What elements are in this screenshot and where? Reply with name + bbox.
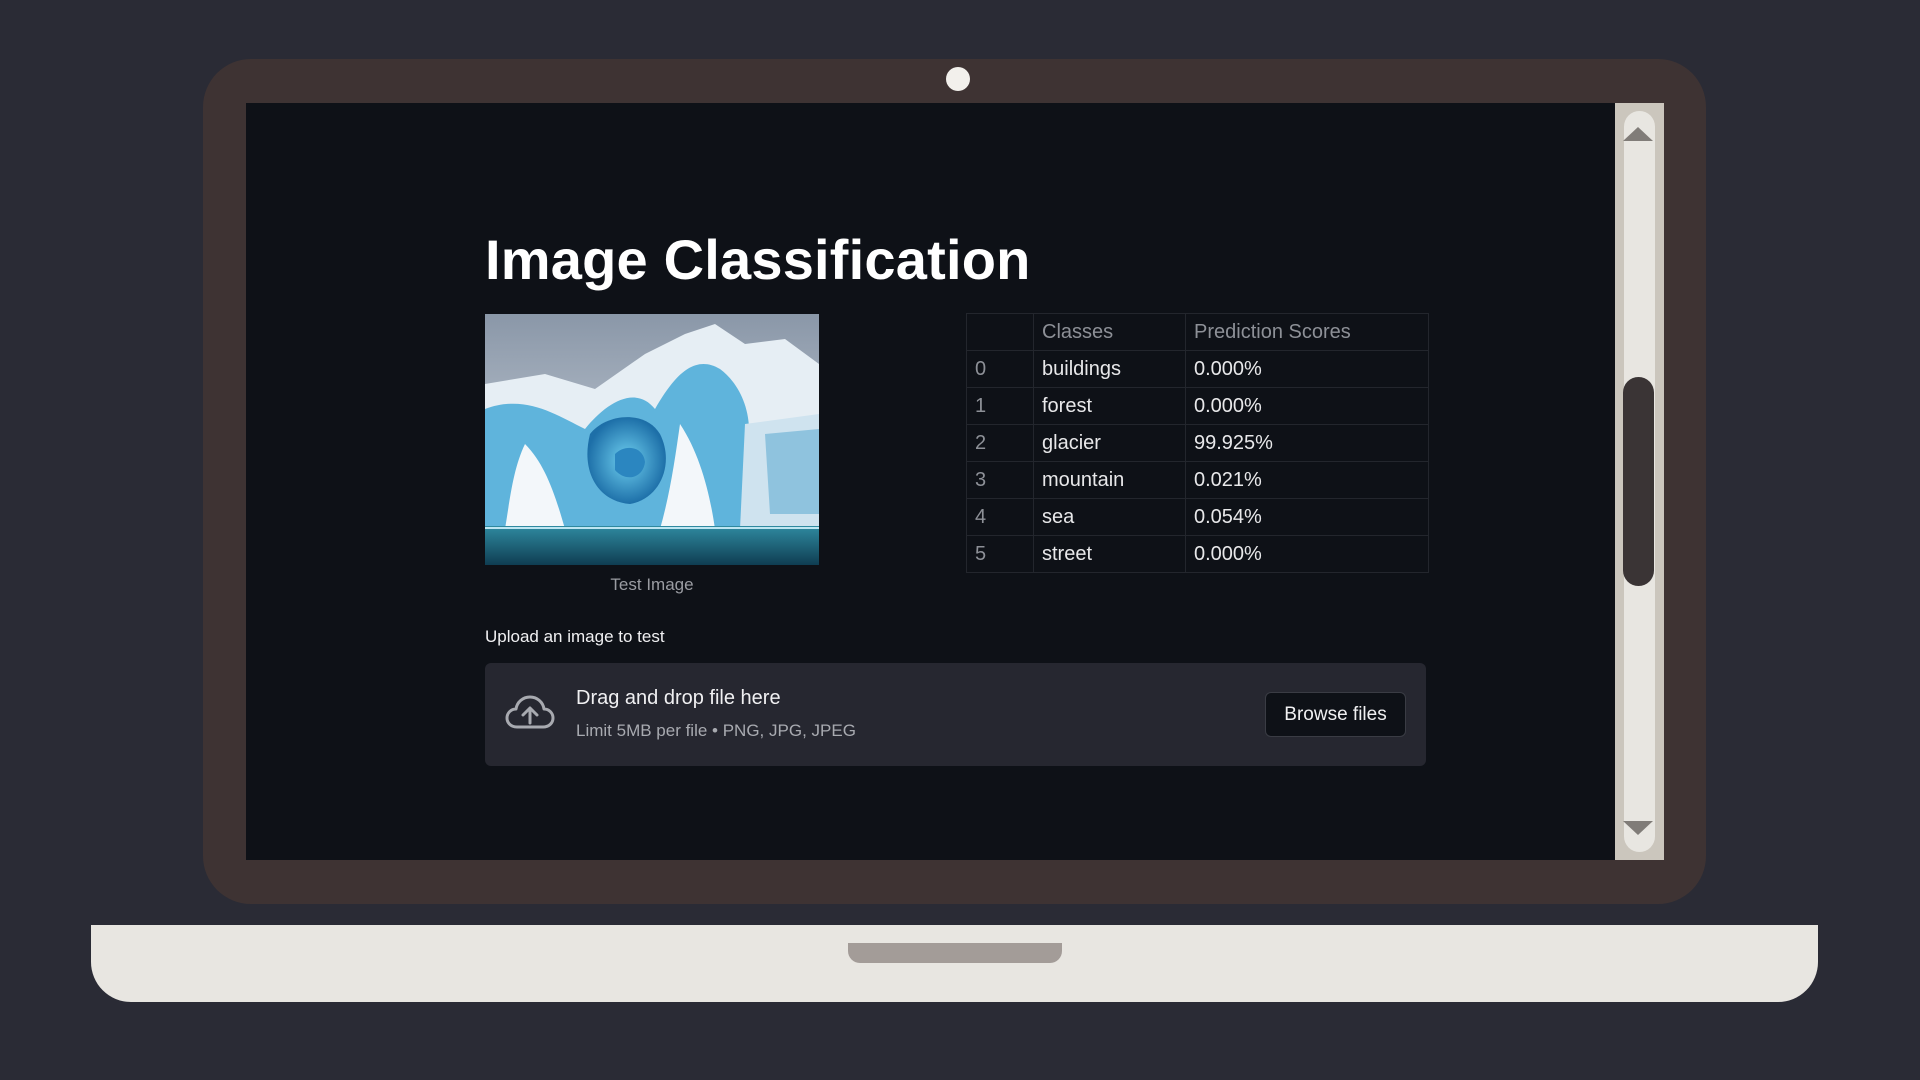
table-row: 3 mountain 0.021% (966, 461, 1429, 499)
class-cell: buildings (1033, 350, 1186, 388)
webcam (946, 67, 970, 91)
laptop-notch (848, 943, 1062, 963)
prediction-scores-column-header[interactable]: Prediction Scores (1185, 313, 1429, 351)
class-cell: street (1033, 535, 1186, 573)
row-index: 3 (966, 461, 1034, 499)
file-dropzone[interactable]: Drag and drop file here Limit 5MB per fi… (485, 663, 1426, 766)
row-index: 1 (966, 387, 1034, 425)
table-row: 2 glacier 99.925% (966, 424, 1429, 462)
index-column-header[interactable] (966, 313, 1034, 351)
scrollbar[interactable] (1615, 103, 1664, 860)
row-index: 5 (966, 535, 1034, 573)
browse-files-button[interactable]: Browse files (1265, 692, 1406, 737)
upload-label: Upload an image to test (485, 627, 665, 646)
row-index: 0 (966, 350, 1034, 388)
class-cell: sea (1033, 498, 1186, 536)
score-cell: 0.054% (1185, 498, 1429, 536)
dropzone-limit-text: Limit 5MB per file • PNG, JPG, JPEG (576, 721, 856, 740)
class-cell: mountain (1033, 461, 1186, 499)
class-cell: glacier (1033, 424, 1186, 462)
scroll-up-arrow-icon[interactable] (1623, 127, 1653, 141)
cloud-upload-icon (505, 695, 555, 729)
glacier-photo (485, 314, 819, 565)
table-header-row: Classes Prediction Scores (966, 313, 1429, 351)
table-row: 0 buildings 0.000% (966, 350, 1429, 388)
score-cell: 0.000% (1185, 535, 1429, 573)
score-cell: 0.021% (1185, 461, 1429, 499)
scroll-thumb[interactable] (1623, 377, 1654, 586)
laptop-base (91, 925, 1818, 1002)
score-cell: 99.925% (1185, 424, 1429, 462)
row-index: 4 (966, 498, 1034, 536)
table-row: 1 forest 0.000% (966, 387, 1429, 425)
dropzone-title: Drag and drop file here (576, 687, 781, 709)
prediction-table: Classes Prediction Scores 0 buildings 0.… (966, 313, 1429, 573)
table-row: 5 street 0.000% (966, 535, 1429, 573)
score-cell: 0.000% (1185, 350, 1429, 388)
row-index: 2 (966, 424, 1034, 462)
image-caption: Test Image (610, 575, 694, 594)
app-screen: Image Classification Test Image Classes … (246, 103, 1615, 860)
test-image (485, 314, 819, 565)
class-cell: forest (1033, 387, 1186, 425)
score-cell: 0.000% (1185, 387, 1429, 425)
page-title: Image Classification (485, 228, 1031, 291)
scroll-down-arrow-icon[interactable] (1623, 821, 1653, 835)
classes-column-header[interactable]: Classes (1033, 313, 1186, 351)
table-row: 4 sea 0.054% (966, 498, 1429, 536)
